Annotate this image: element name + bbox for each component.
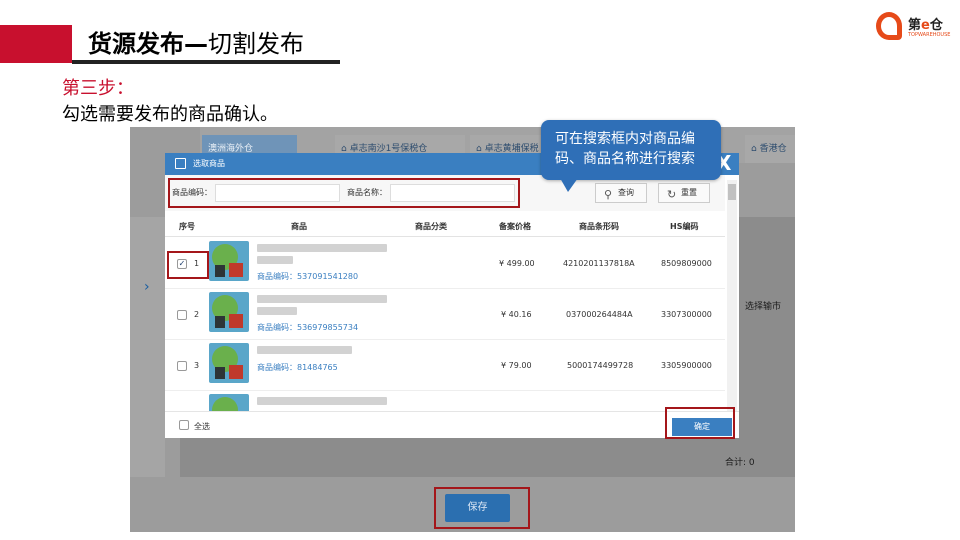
- col-hs: HS编码: [670, 222, 699, 231]
- step-description: 勾选需要发布的商品确认。: [62, 104, 278, 125]
- callout-pointer: [560, 178, 578, 192]
- table-row[interactable]: 3 商品编码：81484765 ¥ 79.00 5000174499728 33…: [165, 340, 725, 391]
- choose-port-label[interactable]: 选择输市: [745, 299, 781, 312]
- blurred-product-name: [257, 307, 297, 315]
- logo-name: 第e仓: [908, 18, 943, 33]
- row-hs: 3307300000: [661, 310, 712, 319]
- logo-subtitle: TOPWAREHOUSE: [908, 32, 951, 38]
- product-thumbnail: [209, 343, 249, 383]
- highlight-checkbox-box: [167, 251, 209, 279]
- row-checkbox[interactable]: [177, 310, 187, 320]
- highlight-search-box: [168, 178, 520, 208]
- col-price: 备案价格: [499, 222, 531, 231]
- highlight-confirm-box: [665, 407, 735, 439]
- query-button[interactable]: ⚲ 查询: [595, 183, 647, 203]
- scrollbar[interactable]: [727, 180, 737, 412]
- chevron-right-icon[interactable]: ›: [144, 279, 150, 295]
- row-barcode: 037000264484A: [566, 310, 633, 319]
- slide-title-bold: 货源发布—: [88, 30, 208, 58]
- refresh-icon: ↻: [667, 188, 677, 201]
- slide-title-rest: 切割发布: [208, 30, 304, 58]
- col-category: 商品分类: [415, 222, 447, 231]
- logo-mark-icon: [876, 12, 902, 40]
- row-price: ¥ 499.00: [499, 259, 535, 268]
- dialog-title: 选取商品: [193, 159, 225, 168]
- blurred-product-name: [257, 295, 387, 303]
- col-barcode: 商品条形码: [579, 222, 619, 231]
- select-all-checkbox[interactable]: [179, 420, 189, 430]
- title-underline: [72, 60, 340, 64]
- search-icon: ⚲: [604, 188, 613, 201]
- row-index: 2: [194, 310, 200, 319]
- blurred-product-name: [257, 244, 387, 252]
- row-checkbox[interactable]: [177, 361, 187, 371]
- row-price: ¥ 40.16: [501, 310, 532, 319]
- product-thumbnail: [209, 394, 249, 411]
- row-barcode: 4210201137818A: [563, 259, 635, 268]
- brand-logo: 第e仓 TOPWAREHOUSE: [876, 12, 950, 44]
- col-index: 序号: [179, 222, 195, 231]
- row-hs: 8509809000: [661, 259, 712, 268]
- blurred-product-name: [257, 256, 293, 264]
- row-barcode: 5000174499728: [567, 361, 634, 370]
- row-hs: 3305900000: [661, 361, 712, 370]
- callout-text: 可在搜索框内对商品编码、商品名称进行搜索: [555, 131, 695, 167]
- blurred-product-name: [257, 397, 387, 405]
- search-hint-callout: 可在搜索框内对商品编码、商品名称进行搜索: [541, 120, 721, 180]
- table-row[interactable]: ✓ 1 商品编码：537091541280 ¥ 499.00 421020113…: [165, 238, 725, 289]
- total-label: 合计: 0: [725, 458, 755, 468]
- select-all-label[interactable]: 全选: [194, 421, 210, 432]
- table-row[interactable]: [165, 391, 725, 411]
- slide-title: 货源发布—切割发布: [88, 24, 304, 59]
- row-price: ¥ 79.00: [501, 361, 532, 370]
- table-row[interactable]: 2 商品编码：536979855734 ¥ 40.16 037000264484…: [165, 289, 725, 340]
- col-product: 商品: [291, 222, 307, 231]
- bg-left-rail: [130, 217, 165, 477]
- house-icon: ⌂: [751, 144, 760, 154]
- select-product-dialog: 选取商品 X 商品编码： 商品名称： ⚲ 查询 ↻ 重置 序号 商品 商品分类 备案…: [165, 151, 739, 439]
- product-thumbnail: [209, 241, 249, 281]
- product-code: 商品编码：536979855734: [257, 323, 359, 332]
- dialog-footer: 全选 确定: [165, 407, 739, 439]
- blurred-product-name: [257, 346, 352, 354]
- bag-icon: [175, 158, 186, 169]
- row-index: 3: [194, 361, 200, 370]
- scrollbar-thumb[interactable]: [728, 184, 736, 200]
- product-thumbnail: [209, 292, 249, 332]
- bg-tab-4[interactable]: ⌂ 香港仓: [745, 135, 795, 163]
- table-header: 序号 商品 商品分类 备案价格 商品条形码 HS编码: [165, 215, 725, 237]
- step-label: 第三步：: [62, 78, 134, 99]
- product-code: 商品编码：81484765: [257, 363, 338, 372]
- product-code: 商品编码：537091541280: [257, 272, 359, 281]
- highlight-save-box: [434, 487, 530, 529]
- title-accent-bar: [0, 25, 72, 63]
- reset-button[interactable]: ↻ 重置: [658, 183, 710, 203]
